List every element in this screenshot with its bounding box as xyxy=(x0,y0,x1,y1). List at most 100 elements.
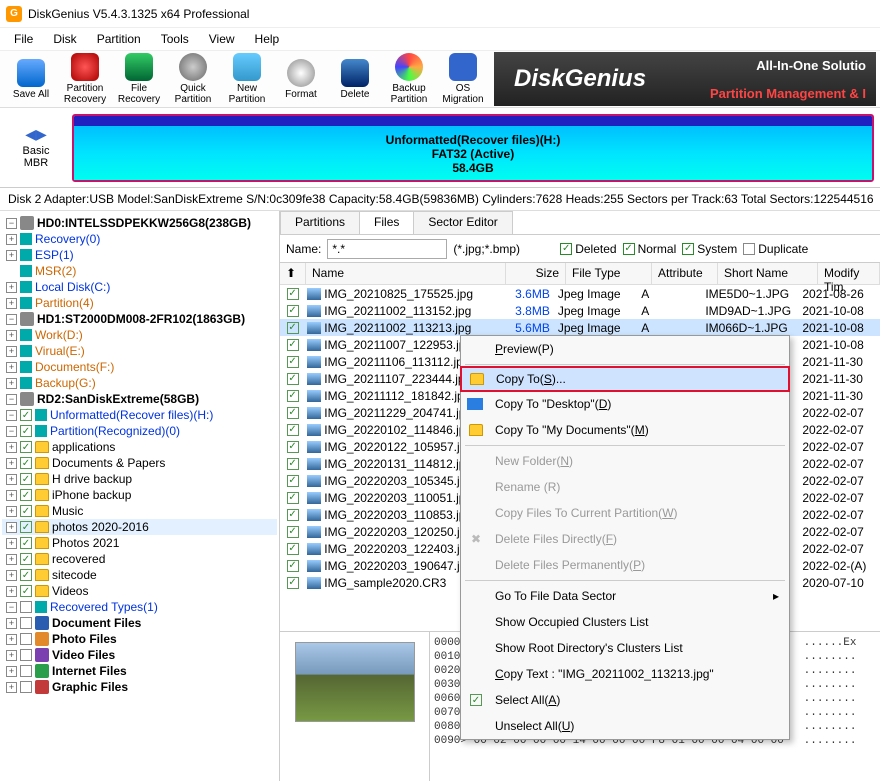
row-checkbox[interactable]: ✓ xyxy=(287,407,299,419)
row-checkbox[interactable]: ✓ xyxy=(287,526,299,538)
tab-partitions[interactable]: Partitions xyxy=(280,211,360,234)
col-size[interactable]: Size xyxy=(506,263,566,284)
tree-folder[interactable]: +✓iPhone backup xyxy=(2,487,277,503)
ctx-copy-mydocs[interactable]: Copy To "My Documents"(M) xyxy=(461,417,789,443)
row-checkbox[interactable]: ✓ xyxy=(287,356,299,368)
tree-type[interactable]: +Internet Files xyxy=(2,663,277,679)
cb-system[interactable]: ✓System xyxy=(682,242,737,256)
ctx-copy-text[interactable]: Copy Text : "IMG_20211002_113213.jpg" xyxy=(461,661,789,687)
quick-partition-button[interactable]: Quick Partition xyxy=(166,52,220,106)
row-checkbox[interactable]: ✓ xyxy=(287,373,299,385)
col-name[interactable]: Name xyxy=(306,263,506,284)
row-checkbox[interactable]: ✓ xyxy=(287,560,299,572)
menu-tools[interactable]: Tools xyxy=(151,30,199,48)
saveall-button[interactable]: Save All xyxy=(4,52,58,106)
tree-item[interactable]: +Documents(F:) xyxy=(2,359,277,375)
file-recovery-button[interactable]: File Recovery xyxy=(112,52,166,106)
tree-folder[interactable]: +✓Videos xyxy=(2,583,277,599)
row-checkbox[interactable]: ✓ xyxy=(287,305,299,317)
tree-item[interactable]: MSR(2) xyxy=(2,263,277,279)
row-checkbox[interactable]: ✓ xyxy=(287,441,299,453)
tree-unformatted[interactable]: −✓Unformatted(Recover files)(H:) xyxy=(2,407,277,423)
row-checkbox[interactable]: ✓ xyxy=(287,492,299,504)
tree-type[interactable]: +Graphic Files xyxy=(2,679,277,695)
cb-normal[interactable]: ✓Normal xyxy=(623,242,677,256)
menu-file[interactable]: File xyxy=(4,30,43,48)
col-type[interactable]: File Type xyxy=(566,263,652,284)
tree-disk-rd2[interactable]: −RD2:SanDiskExtreme(58GB) xyxy=(2,391,277,407)
tree-item[interactable]: +ESP(1) xyxy=(2,247,277,263)
disk-nav-arrows[interactable]: ◀▶ xyxy=(6,126,66,143)
ctx-select-all[interactable]: ✓Select All(A) xyxy=(461,687,789,713)
tree-type[interactable]: +Document Files xyxy=(2,615,277,631)
file-row[interactable]: ✓ IMG_20211002_113213.jpg 5.6MB Jpeg Ima… xyxy=(280,319,880,336)
backup-partition-button[interactable]: Backup Partition xyxy=(382,52,436,106)
menu-view[interactable]: View xyxy=(199,30,245,48)
row-checkbox[interactable]: ✓ xyxy=(287,577,299,589)
file-row[interactable]: ✓ IMG_20210825_175525.jpg 3.6MB Jpeg Ima… xyxy=(280,285,880,302)
ctx-copy-to[interactable]: Copy To(S)... xyxy=(460,366,790,392)
tree-partition-recognized[interactable]: −✓Partition(Recognized)(0) xyxy=(2,423,277,439)
menu-disk[interactable]: Disk xyxy=(43,30,86,48)
ctx-root-clusters[interactable]: Show Root Directory's Clusters List xyxy=(461,635,789,661)
col-modify[interactable]: Modify Tim xyxy=(818,263,880,284)
tree-folder[interactable]: +✓sitecode xyxy=(2,567,277,583)
ctx-goto-sector[interactable]: Go To File Data Sector▸ xyxy=(461,583,789,609)
row-checkbox[interactable]: ✓ xyxy=(287,475,299,487)
tree-disk-hd1[interactable]: −HD1:ST2000DM008-2FR102(1863GB) xyxy=(2,311,277,327)
name-pattern-input[interactable] xyxy=(327,239,447,259)
row-checkbox[interactable]: ✓ xyxy=(287,424,299,436)
tree-type[interactable]: +Video Files xyxy=(2,647,277,663)
tree-folder[interactable]: +✓Music xyxy=(2,503,277,519)
tab-files[interactable]: Files xyxy=(359,211,414,234)
row-checkbox[interactable]: ✓ xyxy=(287,509,299,521)
row-checkbox[interactable]: ✓ xyxy=(287,543,299,555)
tree-item[interactable]: +Virual(E:) xyxy=(2,343,277,359)
tree-folder[interactable]: +✓Photos 2021 xyxy=(2,535,277,551)
col-up-icon[interactable]: ⬆ xyxy=(280,263,306,284)
ctx-preview[interactable]: Preview(P) xyxy=(461,336,789,362)
row-checkbox[interactable]: ✓ xyxy=(287,322,299,334)
file-name: IMG_20211002_113213.jpg xyxy=(324,321,471,335)
tree-folder[interactable]: +✓photos 2020-2016 xyxy=(2,519,277,535)
tree-folder[interactable]: +✓applications xyxy=(2,439,277,455)
file-row[interactable]: ✓ IMG_20211002_113152.jpg 3.8MB Jpeg Ima… xyxy=(280,302,880,319)
partition-line2: FAT32 (Active) xyxy=(432,147,514,161)
tree-item[interactable]: +Recovery(0) xyxy=(2,231,277,247)
menu-partition[interactable]: Partition xyxy=(87,30,151,48)
folder-icon xyxy=(35,473,49,485)
new-partition-button[interactable]: New Partition xyxy=(220,52,274,106)
row-checkbox[interactable]: ✓ xyxy=(287,288,299,300)
row-checkbox[interactable]: ✓ xyxy=(287,339,299,351)
col-attr[interactable]: Attribute xyxy=(652,263,718,284)
row-checkbox[interactable]: ✓ xyxy=(287,458,299,470)
cb-duplicate[interactable]: ✓Duplicate xyxy=(743,242,808,256)
partition-block[interactable]: Unformatted(Recover files)(H:) FAT32 (Ac… xyxy=(72,114,874,182)
file-name: IMG_20220203_120250.jpg xyxy=(324,525,473,539)
tree-folder[interactable]: +✓recovered xyxy=(2,551,277,567)
tree-panel[interactable]: −HD0:INTELSSDPEKKW256G8(238GB) +Recovery… xyxy=(0,211,280,781)
ctx-occupied-clusters[interactable]: Show Occupied Clusters List xyxy=(461,609,789,635)
cb-deleted[interactable]: ✓Deleted xyxy=(560,242,616,256)
format-button[interactable]: Format xyxy=(274,52,328,106)
col-short[interactable]: Short Name xyxy=(718,263,818,284)
ctx-rename: Rename (R) xyxy=(461,474,789,500)
tree-item[interactable]: +Partition(4) xyxy=(2,295,277,311)
tree-item[interactable]: +Backup(G:) xyxy=(2,375,277,391)
tree-item[interactable]: +Local Disk(C:) xyxy=(2,279,277,295)
row-checkbox[interactable]: ✓ xyxy=(287,390,299,402)
type-icon xyxy=(35,680,49,694)
os-migration-button[interactable]: OS Migration xyxy=(436,52,490,106)
delete-button[interactable]: Delete xyxy=(328,52,382,106)
partition-recovery-button[interactable]: Partition Recovery xyxy=(58,52,112,106)
ctx-unselect-all[interactable]: Unselect All(U) xyxy=(461,713,789,739)
tree-type[interactable]: +Photo Files xyxy=(2,631,277,647)
ctx-copy-desktop[interactable]: Copy To "Desktop"(D) xyxy=(461,391,789,417)
tree-folder[interactable]: +✓Documents & Papers xyxy=(2,455,277,471)
menu-help[interactable]: Help xyxy=(245,30,290,48)
tree-folder[interactable]: +✓H drive backup xyxy=(2,471,277,487)
tree-recovered-types[interactable]: −Recovered Types(1) xyxy=(2,599,277,615)
tree-disk-hd0[interactable]: −HD0:INTELSSDPEKKW256G8(238GB) xyxy=(2,215,277,231)
tree-item[interactable]: +Work(D:) xyxy=(2,327,277,343)
tab-sector-editor[interactable]: Sector Editor xyxy=(413,211,512,234)
